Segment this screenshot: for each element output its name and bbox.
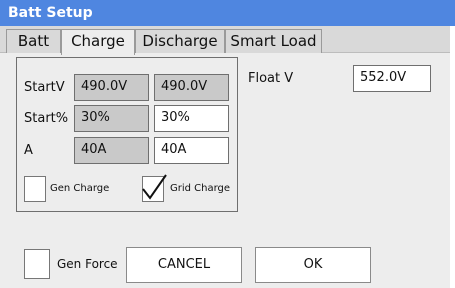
grid-charge-label: Grid Charge (170, 183, 231, 194)
window-title: Batt Setup (0, 0, 455, 26)
ok-button[interactable]: OK (255, 247, 371, 283)
gen-amps-field[interactable]: 40A (74, 137, 149, 164)
start-v-label: StartV (24, 80, 65, 95)
checkmark-icon (142, 174, 167, 200)
grid-start-percent-field[interactable]: 30% (154, 105, 229, 132)
amps-label: A (24, 143, 33, 158)
start-percent-label: Start% (24, 111, 69, 126)
gen-force-label: Gen Force (57, 257, 118, 271)
float-v-label: Float V (248, 71, 294, 86)
gen-start-v-field[interactable]: 490.0V (74, 74, 149, 101)
grid-charge-checkbox[interactable] (142, 174, 167, 202)
grid-start-v-field[interactable]: 490.0V (154, 74, 229, 101)
tab-batt[interactable]: Batt (6, 29, 61, 53)
tab-charge[interactable]: Charge (61, 29, 135, 55)
tab-discharge[interactable]: Discharge (135, 29, 225, 53)
gen-force-checkbox[interactable] (24, 249, 50, 279)
gen-charge-label: Gen Charge (50, 183, 110, 194)
grid-amps-field[interactable]: 40A (154, 137, 229, 164)
tab-smart-load[interactable]: Smart Load (225, 29, 322, 53)
batt-setup-dialog: Batt Setup Batt Charge Discharge Smart L… (0, 0, 455, 288)
gen-charge-checkbox[interactable] (24, 176, 46, 202)
gen-start-percent-field[interactable]: 30% (74, 105, 149, 132)
cancel-button[interactable]: CANCEL (126, 247, 242, 283)
float-v-field[interactable]: 552.0V (353, 65, 431, 92)
